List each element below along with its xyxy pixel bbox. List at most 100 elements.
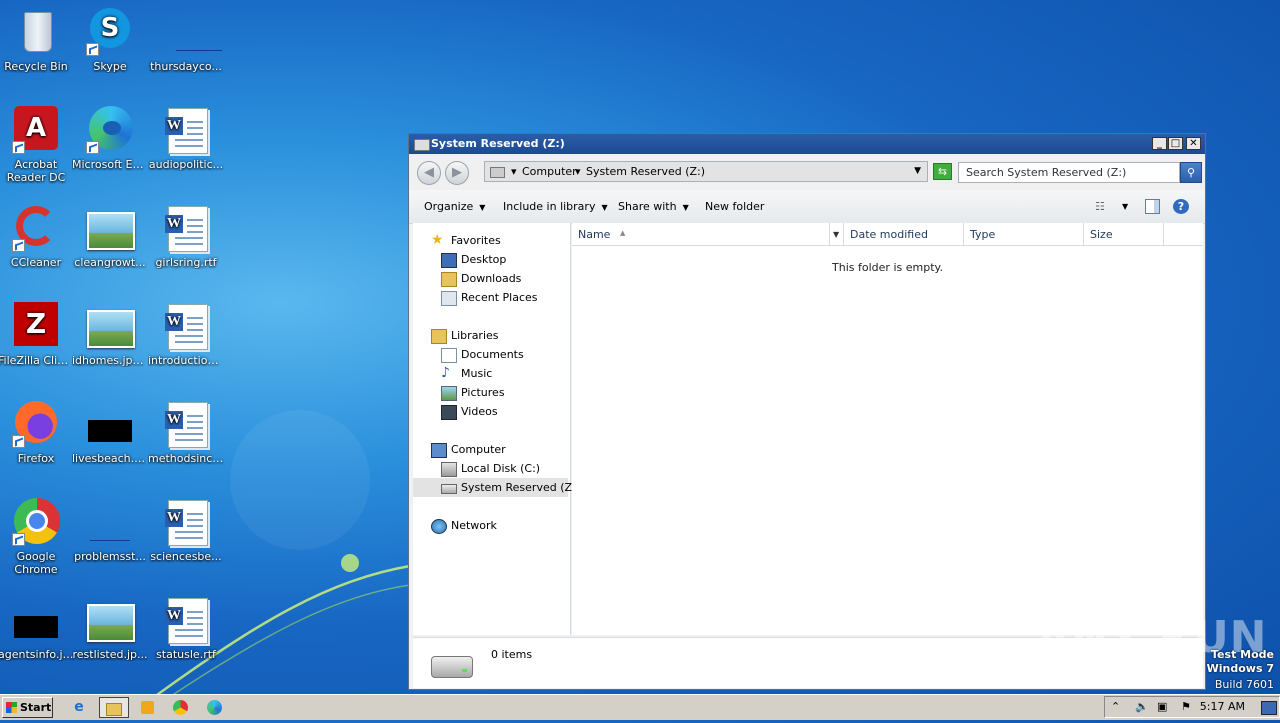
desktop-icon-problemsst[interactable]: problemsst... <box>72 498 148 563</box>
flag-icon[interactable]: ⚑ <box>1181 700 1191 713</box>
desktop-icon-skype[interactable]: S Skype <box>72 8 148 73</box>
clock[interactable]: 5:17 AM <box>1200 700 1245 713</box>
pictures-icon <box>441 386 457 401</box>
column-filler <box>1164 223 1203 246</box>
empty-folder-message: This folder is empty. <box>832 261 943 274</box>
column-name[interactable]: Name ▲ <box>572 223 830 246</box>
chevron-icon[interactable]: ▾ <box>575 162 581 181</box>
test-mode-label: Test Mode <box>1211 648 1274 661</box>
desktop-icon-thursdayco[interactable]: thursdayco... <box>148 8 224 73</box>
desktop-icon-sciencesbe[interactable]: W sciencesbe... <box>148 498 224 563</box>
image-file-icon <box>86 498 134 546</box>
column-label: Name <box>578 228 611 241</box>
nav-label: Libraries <box>451 329 499 342</box>
internet-explorer-icon[interactable]: e <box>67 697 91 718</box>
star-icon: ★ <box>431 232 444 248</box>
window-title: System Reserved (Z:) <box>431 137 565 150</box>
acrobat-icon: A <box>12 106 60 154</box>
include-in-library-button[interactable]: Include in library ▼ <box>503 190 608 224</box>
share-with-button[interactable]: Share with ▼ <box>618 190 689 224</box>
chevron-up-icon[interactable]: ⌃ <box>1111 700 1120 713</box>
nav-label: Local Disk (C:) <box>461 462 541 475</box>
address-bar[interactable]: ▾ Computer ▾ System Reserved (Z:) ▼ <box>484 161 928 182</box>
desktop-icon-introduction[interactable]: W introduction... <box>148 302 224 367</box>
desktop-icon-edge[interactable]: Microsoft Edge <box>72 106 148 171</box>
file-list[interactable]: Name ▲ ▼ Date modified Type Size This fo… <box>572 223 1203 635</box>
nav-label: Recent Places <box>461 291 538 304</box>
desktop-icon-chrome[interactable]: Google Chrome <box>0 498 74 576</box>
breadcrumb-current[interactable]: System Reserved (Z:) <box>586 162 705 181</box>
system-tray: ⌃ 🔈 ▣ ⚑ 5:17 AM <box>1104 696 1280 718</box>
build-label: Build 7601 <box>1214 678 1274 691</box>
media-player-shape <box>140 701 154 714</box>
column-type[interactable]: Type <box>964 223 1084 246</box>
network-tray-icon[interactable]: ▣ <box>1157 700 1167 713</box>
desktop-icon-statusle[interactable]: W statusle.rtf <box>148 596 224 661</box>
word-document-icon: W <box>162 596 210 644</box>
desktop-icon-agentsinfo[interactable]: agentsinfo.jpg <box>0 596 74 661</box>
minimize-button[interactable]: _ <box>1152 137 1167 150</box>
desktop-icon-acrobat[interactable]: A Acrobat Reader DC <box>0 106 74 184</box>
word-document-icon: W <box>162 302 210 350</box>
organize-label: Organize <box>424 200 474 213</box>
column-date-modified[interactable]: Date modified <box>844 223 964 246</box>
drive-icon <box>431 656 473 678</box>
desktop-icon-label: Google Chrome <box>14 550 58 576</box>
desktop-icon-ccleaner[interactable]: CCleaner <box>0 204 74 269</box>
taskbar: Start e ⌃ 🔈 ▣ ⚑ 5:17 AM <box>0 694 1280 720</box>
chevron-icon[interactable]: ▾ <box>511 162 517 181</box>
maximize-button[interactable]: □ <box>1168 137 1183 150</box>
back-button[interactable]: ◀ <box>417 161 441 185</box>
documents-icon <box>441 348 457 363</box>
desktop-icon-livesbeach[interactable]: livesbeach.jpg <box>72 400 148 465</box>
desktop-icon-audiopolitic[interactable]: W audiopolitic... <box>148 106 224 171</box>
downloads-icon <box>441 272 457 287</box>
view-options-icon[interactable]: ☷ <box>1095 190 1105 223</box>
desktop-icon-recycle-bin[interactable]: Recycle Bin <box>0 8 74 73</box>
desktop-icon-girlsring[interactable]: W girlsring.rtf <box>148 204 224 269</box>
desktop-icon-methodsinc[interactable]: W methodsinc.rtf <box>148 400 224 465</box>
help-icon[interactable]: ? <box>1173 199 1189 214</box>
refresh-button[interactable]: ⇆ <box>933 163 952 180</box>
show-desktop-button[interactable] <box>1261 701 1277 715</box>
nav-label: Downloads <box>461 272 522 285</box>
image-file-icon <box>86 302 135 350</box>
recent-places-icon <box>441 291 457 306</box>
chrome-taskbar-icon[interactable] <box>168 697 192 718</box>
desktop-icon-label: restlisted.jp... <box>72 648 148 661</box>
new-folder-button[interactable]: New folder <box>705 190 764 223</box>
breadcrumb-computer[interactable]: Computer <box>522 162 577 181</box>
nav-system-reserved[interactable]: System Reserved (Z:) <box>413 478 580 497</box>
desktop-icon-filezilla[interactable]: Z FileZilla Client <box>0 302 74 367</box>
close-button[interactable]: ✕ <box>1186 137 1201 150</box>
media-player-icon[interactable] <box>135 697 159 718</box>
recycle-bin-icon <box>12 8 60 56</box>
chevron-down-icon[interactable]: ▼ <box>1122 190 1128 223</box>
windows-version-label: Windows 7 <box>1206 662 1274 675</box>
desktop-icon <box>441 253 457 268</box>
organize-button[interactable]: Organize ▼ <box>424 190 485 224</box>
explorer-taskbar-button[interactable] <box>99 697 129 718</box>
image-file-icon <box>12 596 60 644</box>
libraries-icon <box>431 329 447 344</box>
desktop-icon-idhomes[interactable]: idhomes.jpg... <box>72 302 148 367</box>
preview-pane-icon[interactable] <box>1145 199 1160 214</box>
search-input[interactable]: Search System Reserved (Z:) <box>958 162 1180 183</box>
title-bar[interactable]: System Reserved (Z:) _ □ ✕ <box>409 134 1205 154</box>
edge-taskbar-icon[interactable] <box>202 697 226 718</box>
windows-logo-icon <box>6 702 17 713</box>
desktop-icon-firefox[interactable]: Firefox <box>0 400 74 465</box>
search-icon[interactable]: ⚲ <box>1180 162 1202 183</box>
desktop-icon-cleangrowt[interactable]: cleangrowt... <box>72 204 148 269</box>
chevron-down-icon[interactable]: ▼ <box>914 162 921 181</box>
volume-icon[interactable]: 🔈 <box>1135 700 1149 713</box>
folder-icon <box>106 703 122 716</box>
image-file-icon <box>86 400 134 448</box>
column-size[interactable]: Size <box>1084 223 1164 246</box>
image-file-icon <box>86 204 135 252</box>
desktop-icon-restlisted[interactable]: restlisted.jp... <box>72 596 148 661</box>
forward-button[interactable]: ▶ <box>445 161 469 185</box>
start-button[interactable]: Start <box>2 697 53 718</box>
chevron-down-icon[interactable]: ▼ <box>830 223 844 246</box>
music-icon: ♪ <box>441 365 450 381</box>
